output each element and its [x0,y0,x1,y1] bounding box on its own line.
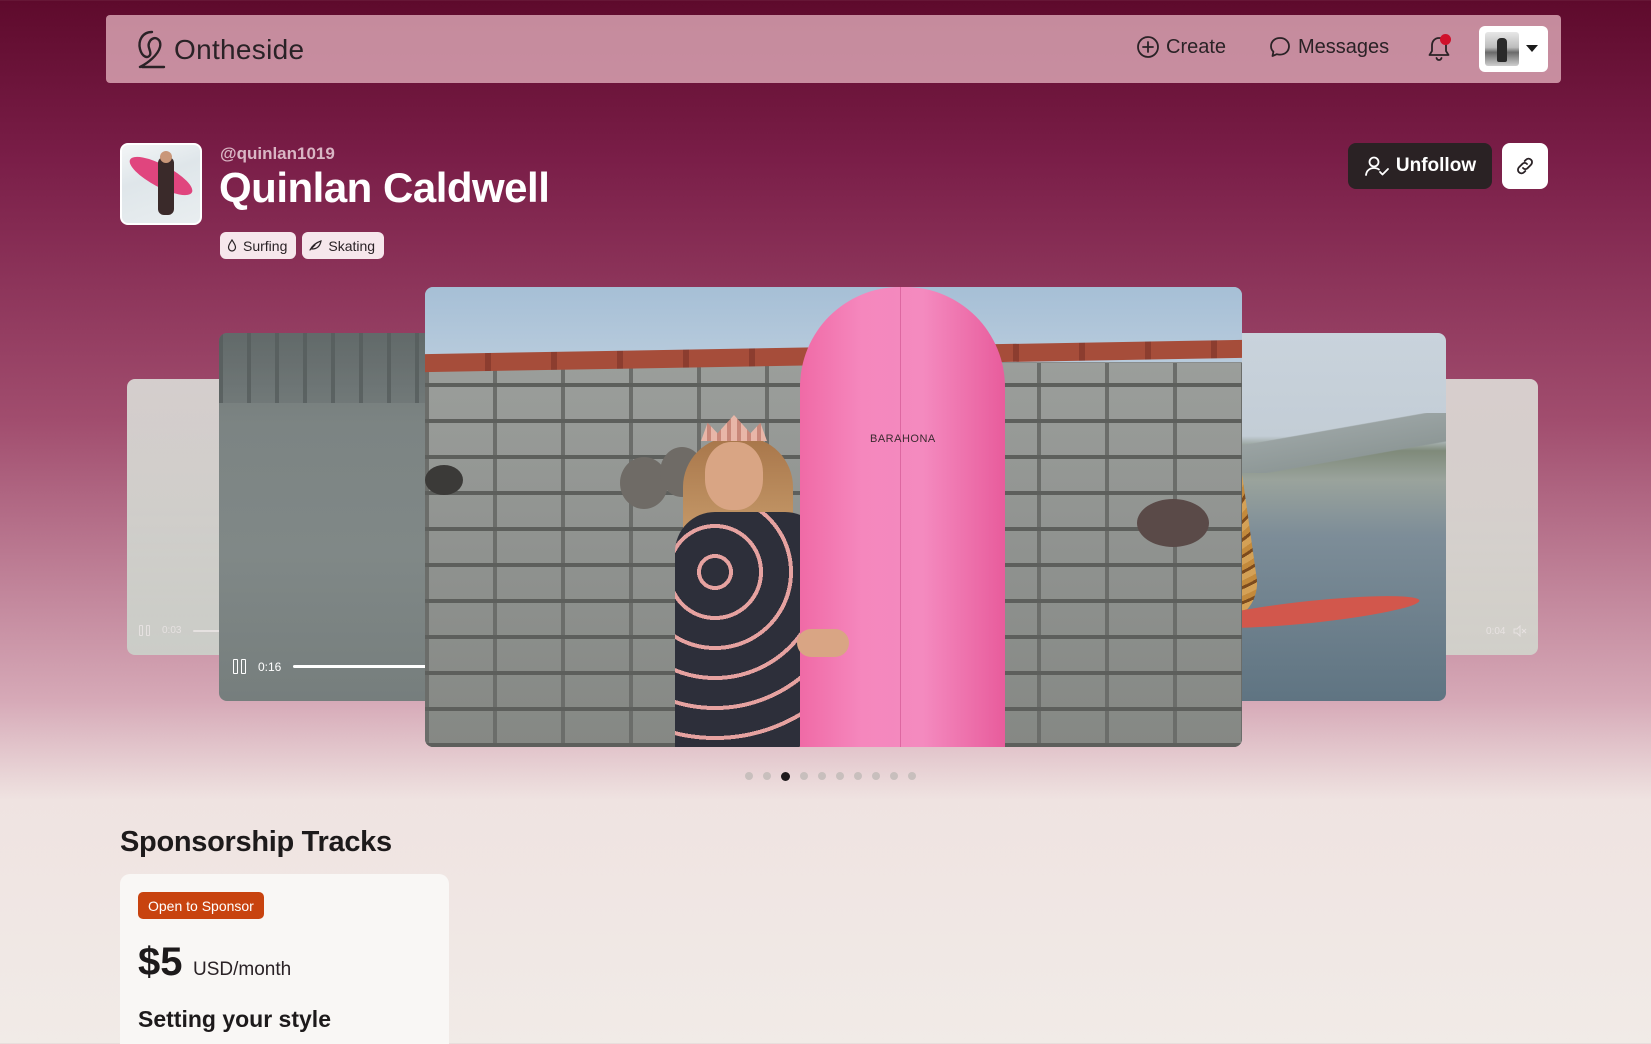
carousel-dot[interactable] [818,772,826,780]
profile-full-name: Quinlan Caldwell [219,164,550,211]
carousel-slide[interactable]: 0:16 [219,333,459,701]
carousel-dot[interactable] [763,772,771,780]
board-brand-text: BARAHONA [870,433,936,445]
sponsorship-section-title: Sponsorship Tracks [120,826,392,858]
messages-button[interactable]: Messages [1268,35,1389,59]
video-time: 0:03 [162,625,182,636]
create-button[interactable]: Create [1136,35,1226,59]
chevron-down-icon [1526,45,1538,52]
price-amount: $5 [138,940,183,984]
sponsorship-track-title: Setting your style [138,1006,331,1032]
video-time: 0:04 [1486,625,1506,637]
video-controls: 0:04 [1486,625,1527,637]
tag-label: Surfing [243,237,288,254]
leaf-icon [309,240,323,251]
notification-dot [1440,34,1451,45]
pause-icon[interactable] [139,625,150,636]
carousel-dot[interactable] [908,772,916,780]
video-time: 0:16 [258,659,282,674]
profile-tags: Surfing Skating [220,232,385,259]
logo[interactable]: Ontheside [134,29,304,71]
account-menu-button[interactable] [1479,26,1548,72]
notifications-button[interactable] [1424,34,1454,64]
logo-text: Ontheside [174,34,305,65]
chat-bubble-icon [1270,37,1290,57]
unfollow-button[interactable]: Unfollow [1348,143,1492,189]
carousel-dot[interactable] [854,772,862,780]
mute-icon[interactable] [1513,625,1527,637]
pause-icon[interactable] [233,659,246,674]
user-check-icon [1364,156,1389,176]
carousel-dot[interactable] [890,772,898,780]
plus-circle-icon [1137,36,1159,58]
sponsorship-card[interactable]: Open to Sponsor $5 USD/month Setting you… [120,874,449,1044]
create-label: Create [1166,35,1227,58]
tag-surfing[interactable]: Surfing [220,232,297,259]
carousel-dot[interactable] [800,772,808,780]
avatar [1485,32,1519,66]
video-progress[interactable] [293,665,434,668]
carousel-pagination [745,772,916,781]
carousel-active-slide[interactable]: BARAHONA [425,287,1242,747]
tag-skating[interactable]: Skating [302,232,385,259]
price-unit: USD/month [193,959,292,980]
messages-label: Messages [1298,35,1390,58]
profile-username: @quinlan1019 [220,144,335,163]
carousel-dot-active[interactable] [781,772,790,781]
copy-link-button[interactable] [1502,143,1548,189]
top-nav: Ontheside Create Messages [106,15,1561,83]
status-badge: Open to Sponsor [138,892,264,919]
tag-label: Skating [328,237,376,254]
carousel-dot[interactable] [872,772,880,780]
video-controls: 0:16 [233,659,434,674]
drop-icon [227,239,237,252]
carousel-dot[interactable] [836,772,844,780]
logo-icon [138,30,166,69]
carousel-dot[interactable] [745,772,753,780]
unfollow-label: Unfollow [1395,155,1477,176]
link-icon [1517,157,1533,175]
profile-avatar [120,143,202,225]
